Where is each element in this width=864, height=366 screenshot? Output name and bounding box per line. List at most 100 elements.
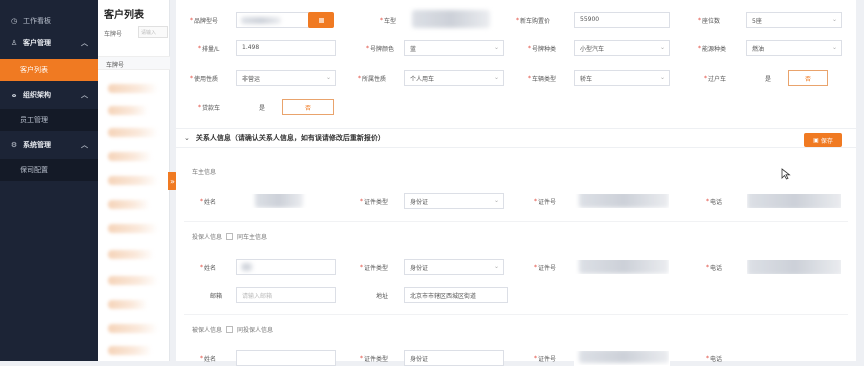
- vehicle-type-select[interactable]: 轿车 ⌄: [574, 70, 670, 86]
- chevron-down-icon: ⌄: [184, 134, 190, 142]
- beneficiary-phone-label: * 电话: [706, 354, 723, 363]
- new-car-price-input[interactable]: 55900: [574, 12, 670, 28]
- list-item[interactable]: [108, 84, 158, 93]
- list-item[interactable]: [108, 300, 148, 309]
- transfer-label: * 过户车: [704, 74, 727, 83]
- insured-id-no-input[interactable]: [574, 259, 670, 275]
- beneficiary-id-type-select[interactable]: 身份证: [404, 350, 504, 366]
- save-button[interactable]: ▣ 保存: [804, 133, 842, 147]
- beneficiary-id-no-label: * 证件号: [534, 354, 557, 363]
- list-item[interactable]: [108, 152, 152, 161]
- owner-id-no-label: * 证件号: [534, 197, 557, 206]
- owner-type-select[interactable]: 个人用车 ⌄: [404, 70, 504, 86]
- customer-detail-form: * 品牌型号 * 车型 * 新车购置价 55900 * 座位数 5座 ⌄ * 排量/L 1.…: [176, 0, 856, 366]
- usage-select[interactable]: 非营运 ⌄: [236, 70, 336, 86]
- chevron-down-icon: ⌄: [325, 74, 331, 81]
- energy-type-label: * 能源种类: [698, 44, 727, 53]
- brand-model-input[interactable]: [236, 12, 310, 28]
- transfer-toggle: 是 否: [748, 70, 828, 86]
- plate-color-select[interactable]: 蓝 ⌄: [404, 40, 504, 56]
- brand-model-label: * 品牌型号: [190, 16, 219, 25]
- insured-email-label: 邮箱: [210, 292, 223, 300]
- displacement-input[interactable]: 1.498: [236, 40, 336, 56]
- insured-address-label: 地址: [376, 292, 389, 300]
- brand-search-button[interactable]: [308, 12, 334, 28]
- contact-section-title: 关系人信息（请确认关系人信息，如有误请修改后重新报价）: [195, 134, 385, 142]
- chevron-up-icon: ︿: [81, 39, 88, 47]
- beneficiary-id-type-label: * 证件类型: [360, 354, 389, 363]
- customer-list-panel: 客户列表 车牌号 请输入 车牌号: [98, 0, 170, 361]
- vehicle-type-label: * 车辆类型: [528, 74, 557, 83]
- owner-phone-input[interactable]: [746, 193, 842, 209]
- transfer-no-option[interactable]: 否: [788, 70, 828, 86]
- list-item[interactable]: [108, 176, 158, 185]
- chevron-down-icon: ⌄: [659, 44, 665, 51]
- owner-group-label: 车主信息: [192, 169, 217, 176]
- nav-insurance-config[interactable]: 保司配置: [0, 159, 98, 181]
- chevron-down-icon: ⌄: [493, 44, 499, 51]
- plate-type-label: * 号牌种类: [528, 44, 557, 53]
- insured-phone-input[interactable]: [746, 259, 842, 275]
- same-as-owner-checkbox[interactable]: [226, 233, 234, 240]
- seats-label: * 座位数: [698, 16, 721, 25]
- list-item[interactable]: [108, 250, 154, 259]
- nav-group-org[interactable]: ⴰ 组织架构 ︿: [0, 85, 98, 105]
- nav-employee-mgmt[interactable]: 员工管理: [0, 109, 98, 131]
- insured-name-input[interactable]: [236, 259, 336, 275]
- insured-id-type-label: * 证件类型: [360, 263, 389, 272]
- loan-yes-option[interactable]: 是: [242, 99, 282, 115]
- beneficiary-name-label: * 姓名: [200, 354, 217, 363]
- org-icon: ⴰ: [11, 91, 17, 99]
- usage-label: * 使用性质: [190, 74, 219, 83]
- nav-dashboard[interactable]: ◷ 工作看板: [0, 11, 98, 31]
- loan-toggle: 是 否: [242, 99, 334, 115]
- plate-color-label: * 号牌颜色: [366, 44, 395, 53]
- same-as-insured-checkbox[interactable]: [226, 326, 234, 333]
- insured-id-no-label: * 证件号: [534, 263, 557, 272]
- list-item[interactable]: [108, 106, 148, 115]
- beneficiary-name-input[interactable]: [236, 350, 336, 366]
- chevron-up-icon: ︿: [81, 91, 88, 99]
- nav-group-customer[interactable]: ♙ 客户管理 ︿: [0, 33, 98, 53]
- owner-id-no-input[interactable]: [574, 193, 670, 209]
- seats-select[interactable]: 5座 ⌄: [746, 12, 842, 28]
- car-model-label: * 车型: [380, 16, 397, 25]
- nav-group-system[interactable]: ⚙ 系统管理 ︿: [0, 135, 98, 155]
- car-model-input[interactable]: [412, 10, 490, 28]
- insured-email-input[interactable]: 请输入邮箱: [236, 287, 336, 303]
- list-item[interactable]: [108, 128, 158, 137]
- chevron-down-icon: ⌄: [493, 197, 499, 204]
- insured-phone-label: * 电话: [706, 263, 723, 272]
- sidebar: ◷ 工作看板 ♙ 客户管理 ︿ 客户列表 ⴰ 组织架构 ︿ 员工管理 ⚙ 系统管…: [0, 0, 98, 361]
- list-item[interactable]: [108, 276, 158, 285]
- insured-address-input[interactable]: 北京市市辖区西城区街道: [404, 287, 508, 303]
- list-item[interactable]: [108, 324, 158, 333]
- displacement-label: * 排量/L: [198, 44, 220, 53]
- new-car-price-label: * 新车购置价: [516, 16, 551, 25]
- plate-filter-input[interactable]: 请输入: [138, 26, 168, 38]
- beneficiary-id-no-input[interactable]: [574, 350, 670, 366]
- owner-id-type-select[interactable]: 身份证 ⌄: [404, 193, 504, 209]
- chevron-up-icon: ︿: [81, 141, 88, 149]
- user-icon: ♙: [10, 39, 18, 47]
- insured-name-label: * 姓名: [200, 263, 217, 272]
- transfer-yes-option[interactable]: 是: [748, 70, 788, 86]
- list-item[interactable]: [108, 224, 158, 233]
- insured-id-type-select[interactable]: 身份证 ⌄: [404, 259, 504, 275]
- energy-type-select[interactable]: 燃油 ⌄: [746, 40, 842, 56]
- owner-name-input[interactable]: [236, 193, 344, 209]
- plate-type-select[interactable]: 小型汽车 ⌄: [574, 40, 670, 56]
- loan-label: * 贷款车: [198, 103, 221, 112]
- nav-customer-list[interactable]: 客户列表: [0, 59, 98, 81]
- owner-name-label: * 姓名: [200, 197, 217, 206]
- list-column-header: 车牌号: [98, 56, 170, 70]
- chevron-down-icon: ⌄: [831, 44, 837, 51]
- list-item[interactable]: [108, 346, 152, 355]
- page-title: 客户列表: [104, 10, 144, 21]
- loan-no-option[interactable]: 否: [282, 99, 334, 115]
- list-item[interactable]: [108, 200, 150, 209]
- contact-section-header[interactable]: ⌄ 关系人信息（请确认关系人信息，如有误请修改后重新报价）: [176, 128, 856, 148]
- chevron-down-icon: ⌄: [493, 74, 499, 81]
- save-icon: ▣: [813, 136, 819, 144]
- owner-type-label: * 所属性质: [358, 74, 387, 83]
